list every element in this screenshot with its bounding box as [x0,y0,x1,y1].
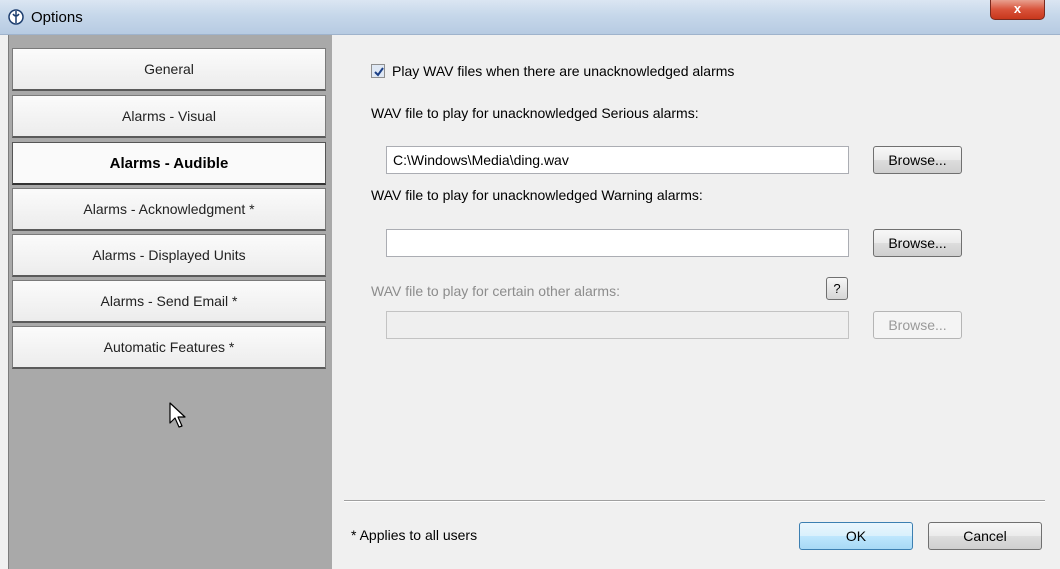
sidebar-item-automatic-features[interactable]: Automatic Features * [12,326,326,369]
sidebar-item-alarms-visual[interactable]: Alarms - Visual [12,95,326,138]
cancel-button[interactable]: Cancel [928,522,1042,550]
close-icon: x [1013,1,1022,16]
play-wav-label: Play WAV files when there are unacknowle… [392,63,735,79]
mouse-pointer-icon [169,402,187,430]
sidebar-item-alarms-acknowledgment[interactable]: Alarms - Acknowledgment * [12,188,326,231]
window-title: Options [31,9,83,26]
sidebar-item-alarms-send-email[interactable]: Alarms - Send Email * [12,280,326,323]
checkmark-icon [374,67,384,77]
help-button[interactable]: ? [826,277,848,300]
other-browse-button[interactable]: Browse... [873,311,962,339]
sidebar-item-alarms-displayed-units[interactable]: Alarms - Displayed Units [12,234,326,277]
other-wav-label: WAV file to play for certain other alarm… [371,283,620,299]
close-button[interactable]: x [990,0,1045,20]
warning-wav-input[interactable] [386,229,849,257]
title-bar: Options x [0,0,1060,35]
warning-browse-button[interactable]: Browse... [873,229,962,257]
ok-button[interactable]: OK [799,522,913,550]
other-wav-input[interactable] [386,311,849,339]
serious-browse-button[interactable]: Browse... [873,146,962,174]
play-wav-checkbox[interactable] [371,64,385,78]
applies-note: * Applies to all users [351,527,478,543]
footer-divider [344,500,1045,502]
sidebar-item-alarms-audible[interactable]: Alarms - Audible [12,142,326,185]
serious-wav-label: WAV file to play for unacknowledged Seri… [371,105,699,121]
sidebar-item-general[interactable]: General [12,48,326,91]
warning-wav-label: WAV file to play for unacknowledged Warn… [371,187,703,203]
serious-wav-input[interactable]: C:\Windows\Media\ding.wav [386,146,849,174]
app-logo-icon [8,9,24,25]
